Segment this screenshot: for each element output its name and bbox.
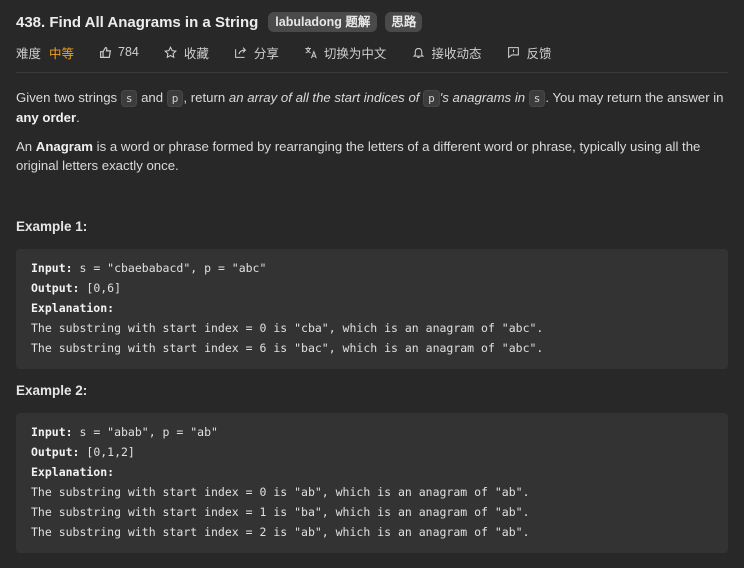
output-label: Output: [31, 281, 80, 295]
favorite-button[interactable]: 收藏 [164, 43, 209, 62]
output-value: [0,1,2] [79, 445, 135, 459]
like-count: 784 [118, 45, 139, 59]
desc-text: Given two strings [16, 90, 121, 105]
desc-italic: an array of all the start indices of [228, 90, 424, 105]
switch-language-label: 切换为中文 [323, 46, 387, 61]
desc-text: and [137, 90, 167, 105]
favorite-label: 收藏 [183, 46, 209, 61]
receive-updates-button[interactable]: 接收动态 [411, 43, 481, 62]
desc-text: . [76, 110, 80, 125]
bell-icon [411, 45, 425, 59]
example-2-block: Input: s = "abab", p = "ab" Output: [0,1… [16, 413, 728, 553]
inline-code-s: s [528, 90, 546, 107]
problem-description: Given two strings s and p, return an arr… [16, 88, 730, 185]
inline-code-p: p [166, 90, 184, 107]
tag-approach[interactable]: 思路 [385, 12, 423, 32]
example-input-line: Input: s = "abab", p = "ab" [31, 422, 713, 442]
switch-language-button[interactable]: 切换为中文 [304, 43, 387, 62]
description-paragraph-1: Given two strings s and p, return an arr… [16, 88, 730, 127]
translate-icon [304, 45, 318, 59]
share-label: 分享 [253, 46, 279, 61]
like-button[interactable]: 784 [98, 45, 139, 59]
difficulty-label: 难度 [16, 46, 42, 61]
feedback-label: 反馈 [526, 46, 552, 61]
description-paragraph-2: An Anagram is a word or phrase formed by… [16, 137, 730, 175]
input-label: Input: [31, 425, 73, 439]
desc-bold: Anagram [35, 139, 93, 154]
explanation-label: Explanation: [31, 301, 115, 315]
divider [16, 72, 728, 73]
explanation-label: Explanation: [31, 465, 115, 479]
input-value: s = "abab", p = "ab" [72, 425, 218, 439]
input-value: s = "cbaebabacd", p = "abc" [72, 261, 267, 275]
explanation-line: The substring with start index = 0 is "c… [31, 321, 544, 335]
meta-row: 难度 中等 784 收藏 分享 切换为中文 接收动态 反馈 [16, 42, 576, 62]
problem-page: 438. Find All Anagrams in a String labul… [0, 0, 744, 568]
share-button[interactable]: 分享 [234, 43, 279, 62]
receive-updates-label: 接收动态 [431, 46, 482, 61]
desc-bold: any order [16, 110, 77, 125]
star-icon [164, 45, 178, 59]
inline-code-p: p [423, 90, 440, 107]
difficulty-badge: 中等 [49, 46, 75, 61]
explanation-line: The substring with start index = 0 is "a… [31, 485, 530, 499]
example-1-block: Input: s = "cbaebabacd", p = "abc" Outpu… [16, 249, 728, 369]
example-input-line: Input: s = "cbaebabacd", p = "abc" [31, 258, 713, 278]
tag-labuladong-solution[interactable]: labuladong 题解 [268, 12, 378, 32]
feedback-button[interactable]: 反馈 [506, 43, 551, 62]
problem-title: 438. Find All Anagrams in a String [16, 13, 259, 31]
example-2-title: Example 2: [16, 383, 88, 398]
feedback-icon [506, 45, 520, 59]
explanation-line: The substring with start index = 6 is "b… [31, 341, 544, 355]
desc-text: , return [183, 90, 229, 105]
explanation-line: The substring with start index = 1 is "b… [31, 505, 530, 519]
example-output-line: Output: [0,6] [31, 278, 713, 298]
output-label: Output: [31, 445, 80, 459]
desc-italic: 's anagrams in [439, 90, 529, 105]
inline-code-s: s [120, 90, 138, 107]
thumb-up-icon [98, 45, 112, 59]
title-row: 438. Find All Anagrams in a String labul… [16, 11, 423, 33]
desc-text: . You may return the answer in [545, 90, 724, 105]
desc-text: An [16, 139, 36, 154]
desc-text: is a word or phrase formed by rearrangin… [16, 139, 701, 173]
explanation-line: The substring with start index = 2 is "a… [31, 525, 530, 539]
input-label: Input: [31, 261, 73, 275]
example-1-title: Example 1: [16, 219, 88, 234]
output-value: [0,6] [79, 281, 122, 295]
example-output-line: Output: [0,1,2] [31, 442, 713, 462]
share-icon [234, 45, 248, 59]
